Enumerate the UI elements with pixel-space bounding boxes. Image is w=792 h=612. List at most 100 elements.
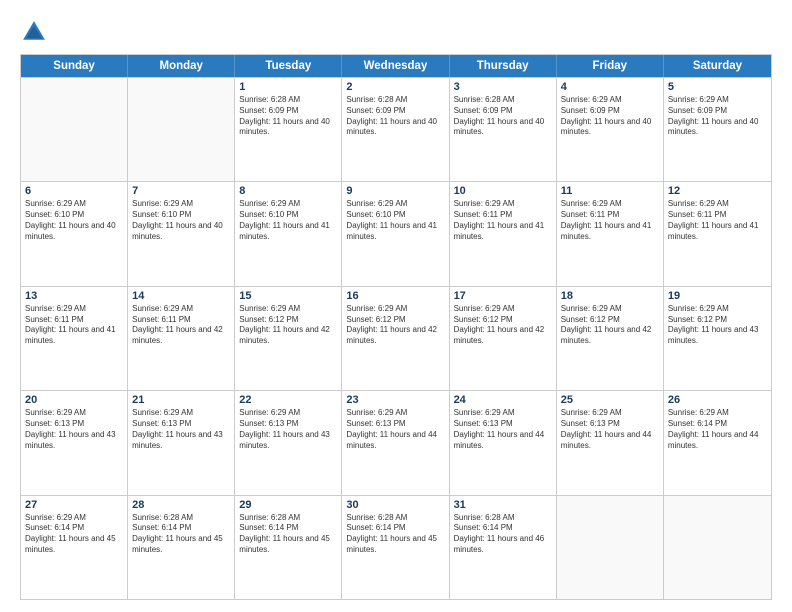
day-number: 7 <box>132 185 230 197</box>
calendar-cell-31: 31 Sunrise: 6:28 AM Sunset: 6:14 PM Dayli… <box>450 496 557 599</box>
calendar-cell-5: 5Sunrise: 6:29 AM Sunset: 6:09 PM Daylig… <box>664 78 771 181</box>
weekday-header-sunday: Sunday <box>21 55 128 77</box>
calendar-row-0: 1 Sunrise: 6:28 AM Sunset: 6:09 PM Daylig… <box>21 77 771 181</box>
day-number: 2 <box>346 81 444 93</box>
calendar: SundayMondayTuesdayWednesdayThursdayFrid… <box>20 54 772 600</box>
day-number: 15 <box>239 290 337 302</box>
day-number: 31 <box>454 499 552 511</box>
day-number: 28 <box>132 499 230 511</box>
day-number: 8 <box>239 185 337 197</box>
calendar-cell-29: 29 Sunrise: 6:28 AM Sunset: 6:14 PM Dayli… <box>235 496 342 599</box>
day-number: 14 <box>132 290 230 302</box>
calendar-row-3: 20 Sunrise: 6:29 AM Sunset: 6:13 PM Dayli… <box>21 390 771 494</box>
day-number: 17 <box>454 290 552 302</box>
day-number: 6 <box>25 185 123 197</box>
cell-info: Sunrise: 6:29 AM Sunset: 6:09 PM Dayligh… <box>668 95 767 138</box>
calendar-cell-13: 13 Sunrise: 6:29 AM Sunset: 6:11 PM Dayli… <box>21 287 128 390</box>
calendar-row-4: 27 Sunrise: 6:29 AM Sunset: 6:14 PM Dayli… <box>21 495 771 599</box>
cell-info: Sunrise: 6:28 AM Sunset: 6:14 PM Dayligh… <box>239 513 337 556</box>
cell-info: Sunrise: 6:29 AM Sunset: 6:12 PM Dayligh… <box>454 304 552 347</box>
cell-info: Sunrise: 6:29 AM Sunset: 6:11 PM Dayligh… <box>454 199 552 242</box>
cell-info: Sunrise: 6:29 AM Sunset: 6:12 PM Dayligh… <box>561 304 659 347</box>
calendar-body: 1 Sunrise: 6:28 AM Sunset: 6:09 PM Daylig… <box>21 77 771 599</box>
calendar-row-2: 13 Sunrise: 6:29 AM Sunset: 6:11 PM Dayli… <box>21 286 771 390</box>
calendar-cell-3: 3Sunrise: 6:28 AM Sunset: 6:09 PM Daylig… <box>450 78 557 181</box>
calendar-cell-9: 9 Sunrise: 6:29 AM Sunset: 6:10 PM Daylig… <box>342 182 449 285</box>
cell-info: Sunrise: 6:29 AM Sunset: 6:13 PM Dayligh… <box>454 408 552 451</box>
cell-info: Sunrise: 6:29 AM Sunset: 6:11 PM Dayligh… <box>561 199 659 242</box>
day-number: 23 <box>346 394 444 406</box>
day-number: 18 <box>561 290 659 302</box>
day-number: 12 <box>668 185 767 197</box>
cell-info: Sunrise: 6:29 AM Sunset: 6:11 PM Dayligh… <box>668 199 767 242</box>
cell-info: Sunrise: 6:29 AM Sunset: 6:09 PM Dayligh… <box>561 95 659 138</box>
calendar-cell-15: 15Sunrise: 6:29 AM Sunset: 6:12 PM Dayli… <box>235 287 342 390</box>
day-number: 19 <box>668 290 767 302</box>
calendar-cell-27: 27 Sunrise: 6:29 AM Sunset: 6:14 PM Dayli… <box>21 496 128 599</box>
calendar-cell-1: 1 Sunrise: 6:28 AM Sunset: 6:09 PM Daylig… <box>235 78 342 181</box>
calendar-cell-6: 6 Sunrise: 6:29 AM Sunset: 6:10 PM Daylig… <box>21 182 128 285</box>
calendar-cell-19: 19 Sunrise: 6:29 AM Sunset: 6:12 PM Dayli… <box>664 287 771 390</box>
calendar-header: SundayMondayTuesdayWednesdayThursdayFrid… <box>21 55 771 77</box>
day-number: 10 <box>454 185 552 197</box>
calendar-cell-empty <box>21 78 128 181</box>
cell-info: Sunrise: 6:28 AM Sunset: 6:14 PM Dayligh… <box>132 513 230 556</box>
day-number: 27 <box>25 499 123 511</box>
calendar-cell-22: 22 Sunrise: 6:29 AM Sunset: 6:13 PM Dayli… <box>235 391 342 494</box>
calendar-cell-25: 25 Sunrise: 6:29 AM Sunset: 6:13 PM Dayli… <box>557 391 664 494</box>
weekday-header-wednesday: Wednesday <box>342 55 449 77</box>
day-number: 25 <box>561 394 659 406</box>
day-number: 13 <box>25 290 123 302</box>
calendar-cell-26: 26Sunrise: 6:29 AM Sunset: 6:14 PM Dayli… <box>664 391 771 494</box>
calendar-cell-8: 8 Sunrise: 6:29 AM Sunset: 6:10 PM Daylig… <box>235 182 342 285</box>
weekday-header-saturday: Saturday <box>664 55 771 77</box>
day-number: 21 <box>132 394 230 406</box>
calendar-cell-empty <box>557 496 664 599</box>
day-number: 3 <box>454 81 552 93</box>
calendar-cell-4: 4 Sunrise: 6:29 AM Sunset: 6:09 PM Daylig… <box>557 78 664 181</box>
calendar-cell-empty <box>664 496 771 599</box>
cell-info: Sunrise: 6:29 AM Sunset: 6:11 PM Dayligh… <box>25 304 123 347</box>
cell-info: Sunrise: 6:29 AM Sunset: 6:11 PM Dayligh… <box>132 304 230 347</box>
calendar-cell-17: 17 Sunrise: 6:29 AM Sunset: 6:12 PM Dayli… <box>450 287 557 390</box>
page: SundayMondayTuesdayWednesdayThursdayFrid… <box>0 0 792 612</box>
day-number: 1 <box>239 81 337 93</box>
calendar-cell-empty <box>128 78 235 181</box>
day-number: 24 <box>454 394 552 406</box>
logo <box>20 18 52 46</box>
cell-info: Sunrise: 6:29 AM Sunset: 6:13 PM Dayligh… <box>239 408 337 451</box>
logo-icon <box>20 18 48 46</box>
weekday-header-friday: Friday <box>557 55 664 77</box>
cell-info: Sunrise: 6:29 AM Sunset: 6:14 PM Dayligh… <box>668 408 767 451</box>
calendar-cell-16: 16Sunrise: 6:29 AM Sunset: 6:12 PM Dayli… <box>342 287 449 390</box>
day-number: 22 <box>239 394 337 406</box>
calendar-cell-21: 21 Sunrise: 6:29 AM Sunset: 6:13 PM Dayli… <box>128 391 235 494</box>
weekday-header-thursday: Thursday <box>450 55 557 77</box>
day-number: 9 <box>346 185 444 197</box>
day-number: 29 <box>239 499 337 511</box>
cell-info: Sunrise: 6:29 AM Sunset: 6:12 PM Dayligh… <box>668 304 767 347</box>
cell-info: Sunrise: 6:28 AM Sunset: 6:09 PM Dayligh… <box>239 95 337 138</box>
calendar-cell-12: 12 Sunrise: 6:29 AM Sunset: 6:11 PM Dayli… <box>664 182 771 285</box>
cell-info: Sunrise: 6:28 AM Sunset: 6:14 PM Dayligh… <box>454 513 552 556</box>
calendar-cell-20: 20 Sunrise: 6:29 AM Sunset: 6:13 PM Dayli… <box>21 391 128 494</box>
cell-info: Sunrise: 6:29 AM Sunset: 6:13 PM Dayligh… <box>132 408 230 451</box>
cell-info: Sunrise: 6:28 AM Sunset: 6:09 PM Dayligh… <box>346 95 444 138</box>
calendar-cell-24: 24 Sunrise: 6:29 AM Sunset: 6:13 PM Dayli… <box>450 391 557 494</box>
calendar-cell-18: 18 Sunrise: 6:29 AM Sunset: 6:12 PM Dayli… <box>557 287 664 390</box>
cell-info: Sunrise: 6:29 AM Sunset: 6:10 PM Dayligh… <box>239 199 337 242</box>
calendar-cell-14: 14 Sunrise: 6:29 AM Sunset: 6:11 PM Dayli… <box>128 287 235 390</box>
cell-info: Sunrise: 6:28 AM Sunset: 6:14 PM Dayligh… <box>346 513 444 556</box>
day-number: 20 <box>25 394 123 406</box>
calendar-cell-30: 30Sunrise: 6:28 AM Sunset: 6:14 PM Dayli… <box>342 496 449 599</box>
cell-info: Sunrise: 6:29 AM Sunset: 6:13 PM Dayligh… <box>561 408 659 451</box>
calendar-row-1: 6 Sunrise: 6:29 AM Sunset: 6:10 PM Daylig… <box>21 181 771 285</box>
weekday-header-monday: Monday <box>128 55 235 77</box>
cell-info: Sunrise: 6:29 AM Sunset: 6:13 PM Dayligh… <box>25 408 123 451</box>
day-number: 4 <box>561 81 659 93</box>
cell-info: Sunrise: 6:29 AM Sunset: 6:14 PM Dayligh… <box>25 513 123 556</box>
cell-info: Sunrise: 6:29 AM Sunset: 6:10 PM Dayligh… <box>346 199 444 242</box>
cell-info: Sunrise: 6:29 AM Sunset: 6:13 PM Dayligh… <box>346 408 444 451</box>
cell-info: Sunrise: 6:29 AM Sunset: 6:10 PM Dayligh… <box>132 199 230 242</box>
cell-info: Sunrise: 6:29 AM Sunset: 6:10 PM Dayligh… <box>25 199 123 242</box>
